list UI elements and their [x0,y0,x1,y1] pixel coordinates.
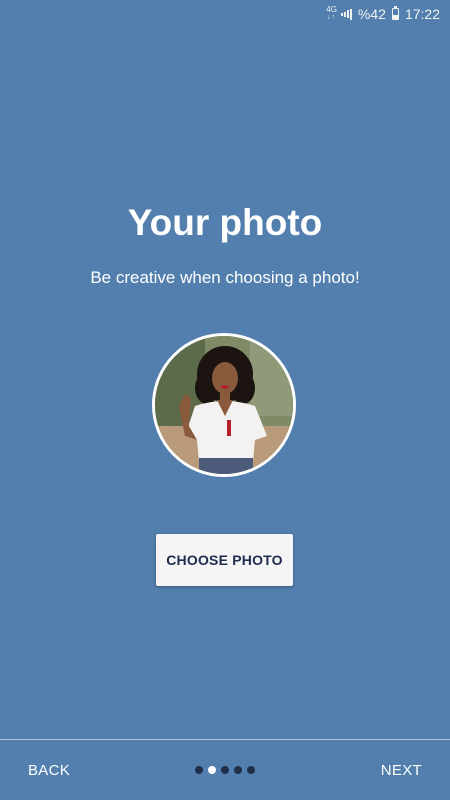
back-button[interactable]: BACK [20,752,78,788]
next-button[interactable]: NEXT [373,752,430,788]
page-dot [247,766,255,774]
page-dot [221,766,229,774]
page-dot [234,766,242,774]
battery-icon [391,6,399,20]
page-dot [195,766,203,774]
page-title: Your photo [127,202,323,243]
choose-photo-button[interactable]: CHOOSE PHOTO [156,534,293,586]
network-type: 4G [326,5,337,14]
bottom-divider [0,739,450,740]
status-bar: 4G ↓↑ %42 17:22 [0,0,450,28]
profile-photo-avatar[interactable] [152,333,296,477]
data-arrows-icon: ↓↑ [327,14,337,21]
page-dot-active [208,766,216,774]
network-indicator: 4G ↓↑ [326,6,337,22]
profile-photo-image [155,336,293,474]
battery-fill [392,14,398,19]
signal-icon [340,8,352,20]
battery-percent: %42 [357,6,386,22]
clock: 17:22 [404,6,440,22]
page-indicator [195,766,255,774]
page-subtitle: Be creative when choosing a photo! [90,268,360,287]
